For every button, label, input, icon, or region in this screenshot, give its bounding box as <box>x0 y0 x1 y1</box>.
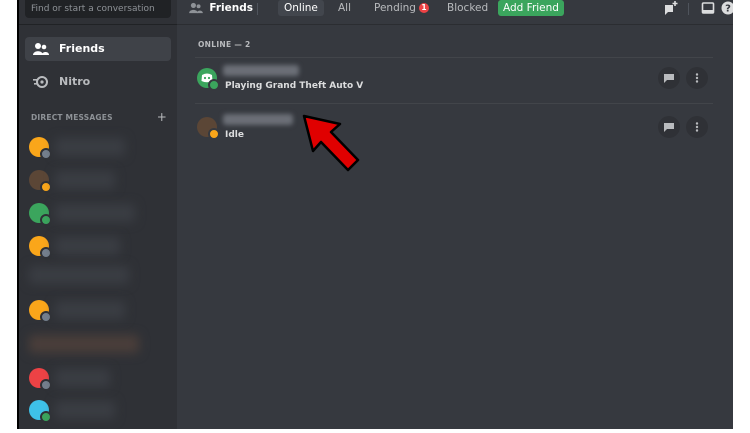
message-icon <box>664 74 674 83</box>
dm-avatar[interactable] <box>29 203 52 226</box>
status-online-icon <box>40 214 52 226</box>
status-offline-icon <box>40 379 52 391</box>
more-vertical-icon <box>695 122 699 132</box>
message-button[interactable] <box>658 67 680 89</box>
friends-icon <box>189 2 203 14</box>
tab-pending-label: Pending <box>374 2 416 14</box>
topbar-divider <box>688 3 689 15</box>
inbox-icon[interactable] <box>701 1 715 18</box>
friends-icon <box>33 42 49 56</box>
avatar <box>197 117 220 140</box>
message-icon <box>664 123 674 132</box>
dm-avatar[interactable] <box>29 170 52 193</box>
more-options-button[interactable] <box>686 116 708 138</box>
top-bar: Friends Online All Pending 1 Blocked Add … <box>177 0 733 18</box>
friend-name-blurred <box>223 114 293 125</box>
pending-count-badge: 1 <box>418 3 429 13</box>
dm-avatar[interactable] <box>29 400 52 423</box>
status-offline-icon <box>40 148 52 160</box>
more-options-button[interactable] <box>686 67 708 89</box>
sidebar-item-friends[interactable]: Friends <box>25 37 171 61</box>
status-online-icon <box>208 79 220 91</box>
status-idle-icon <box>40 181 52 193</box>
row-divider <box>195 57 713 58</box>
status-online-icon <box>40 411 52 423</box>
dm-name-blurred[interactable] <box>55 171 115 189</box>
direct-messages-header: DIRECT MESSAGES + <box>31 110 171 124</box>
nitro-icon <box>33 75 49 89</box>
dm-name-blurred[interactable] <box>55 237 120 255</box>
dm-name-blurred[interactable] <box>55 401 115 419</box>
friend-status: Idle <box>225 130 244 140</box>
topbar-divider <box>257 3 258 15</box>
friends-header: Friends <box>189 0 253 16</box>
app-window: Find or start a conversation Friends Nit… <box>17 0 733 429</box>
status-offline-icon <box>40 247 52 259</box>
tab-online[interactable]: Online <box>278 0 324 16</box>
add-friend-button[interactable]: Add Friend <box>498 0 564 16</box>
sidebar-item-label: Nitro <box>59 75 91 88</box>
add-dm-button[interactable]: + <box>157 110 167 124</box>
topbar-divider <box>177 24 733 25</box>
row-divider <box>195 103 713 104</box>
status-idle-icon <box>208 128 220 140</box>
dm-avatar[interactable] <box>29 236 52 259</box>
sidebar-divider <box>19 24 177 25</box>
dm-name-blurred[interactable] <box>55 204 135 222</box>
dm-avatar[interactable] <box>29 137 52 160</box>
tab-pending[interactable]: Pending 1 <box>374 0 429 16</box>
online-count-header: ONLINE — 2 <box>198 40 251 49</box>
friend-name-blurred <box>223 65 299 76</box>
tab-all[interactable]: All <box>338 0 351 16</box>
sidebar: Find or start a conversation Friends Nit… <box>19 0 177 429</box>
friends-title: Friends <box>209 2 253 14</box>
annotation-arrow-icon <box>302 114 360 172</box>
friend-row[interactable]: Idle <box>195 110 713 156</box>
dm-name-blurred[interactable] <box>55 369 110 387</box>
svg-text:?: ? <box>725 4 731 15</box>
status-offline-icon <box>40 311 52 323</box>
avatar <box>197 68 220 91</box>
sidebar-item-label: Friends <box>59 42 105 55</box>
search-input[interactable]: Find or start a conversation <box>25 0 171 18</box>
dm-name-blurred[interactable] <box>55 138 125 156</box>
dm-header-label: DIRECT MESSAGES <box>31 113 113 122</box>
dm-item-blurred[interactable] <box>29 335 139 353</box>
dm-avatar[interactable] <box>29 368 52 391</box>
message-button[interactable] <box>658 116 680 138</box>
dm-item-blurred[interactable] <box>29 266 129 284</box>
friend-row[interactable]: Playing Grand Theft Auto V <box>195 61 713 107</box>
friends-panel: Friends Online All Pending 1 Blocked Add … <box>177 0 733 429</box>
new-group-dm-icon[interactable] <box>663 1 679 20</box>
dm-name-blurred[interactable] <box>55 301 125 319</box>
dm-avatar[interactable] <box>29 300 52 323</box>
sidebar-item-nitro[interactable]: Nitro <box>25 70 171 94</box>
friend-status: Playing Grand Theft Auto V <box>225 81 364 91</box>
help-icon[interactable]: ? <box>721 1 733 18</box>
tab-blocked[interactable]: Blocked <box>447 0 488 16</box>
more-vertical-icon <box>695 73 699 83</box>
